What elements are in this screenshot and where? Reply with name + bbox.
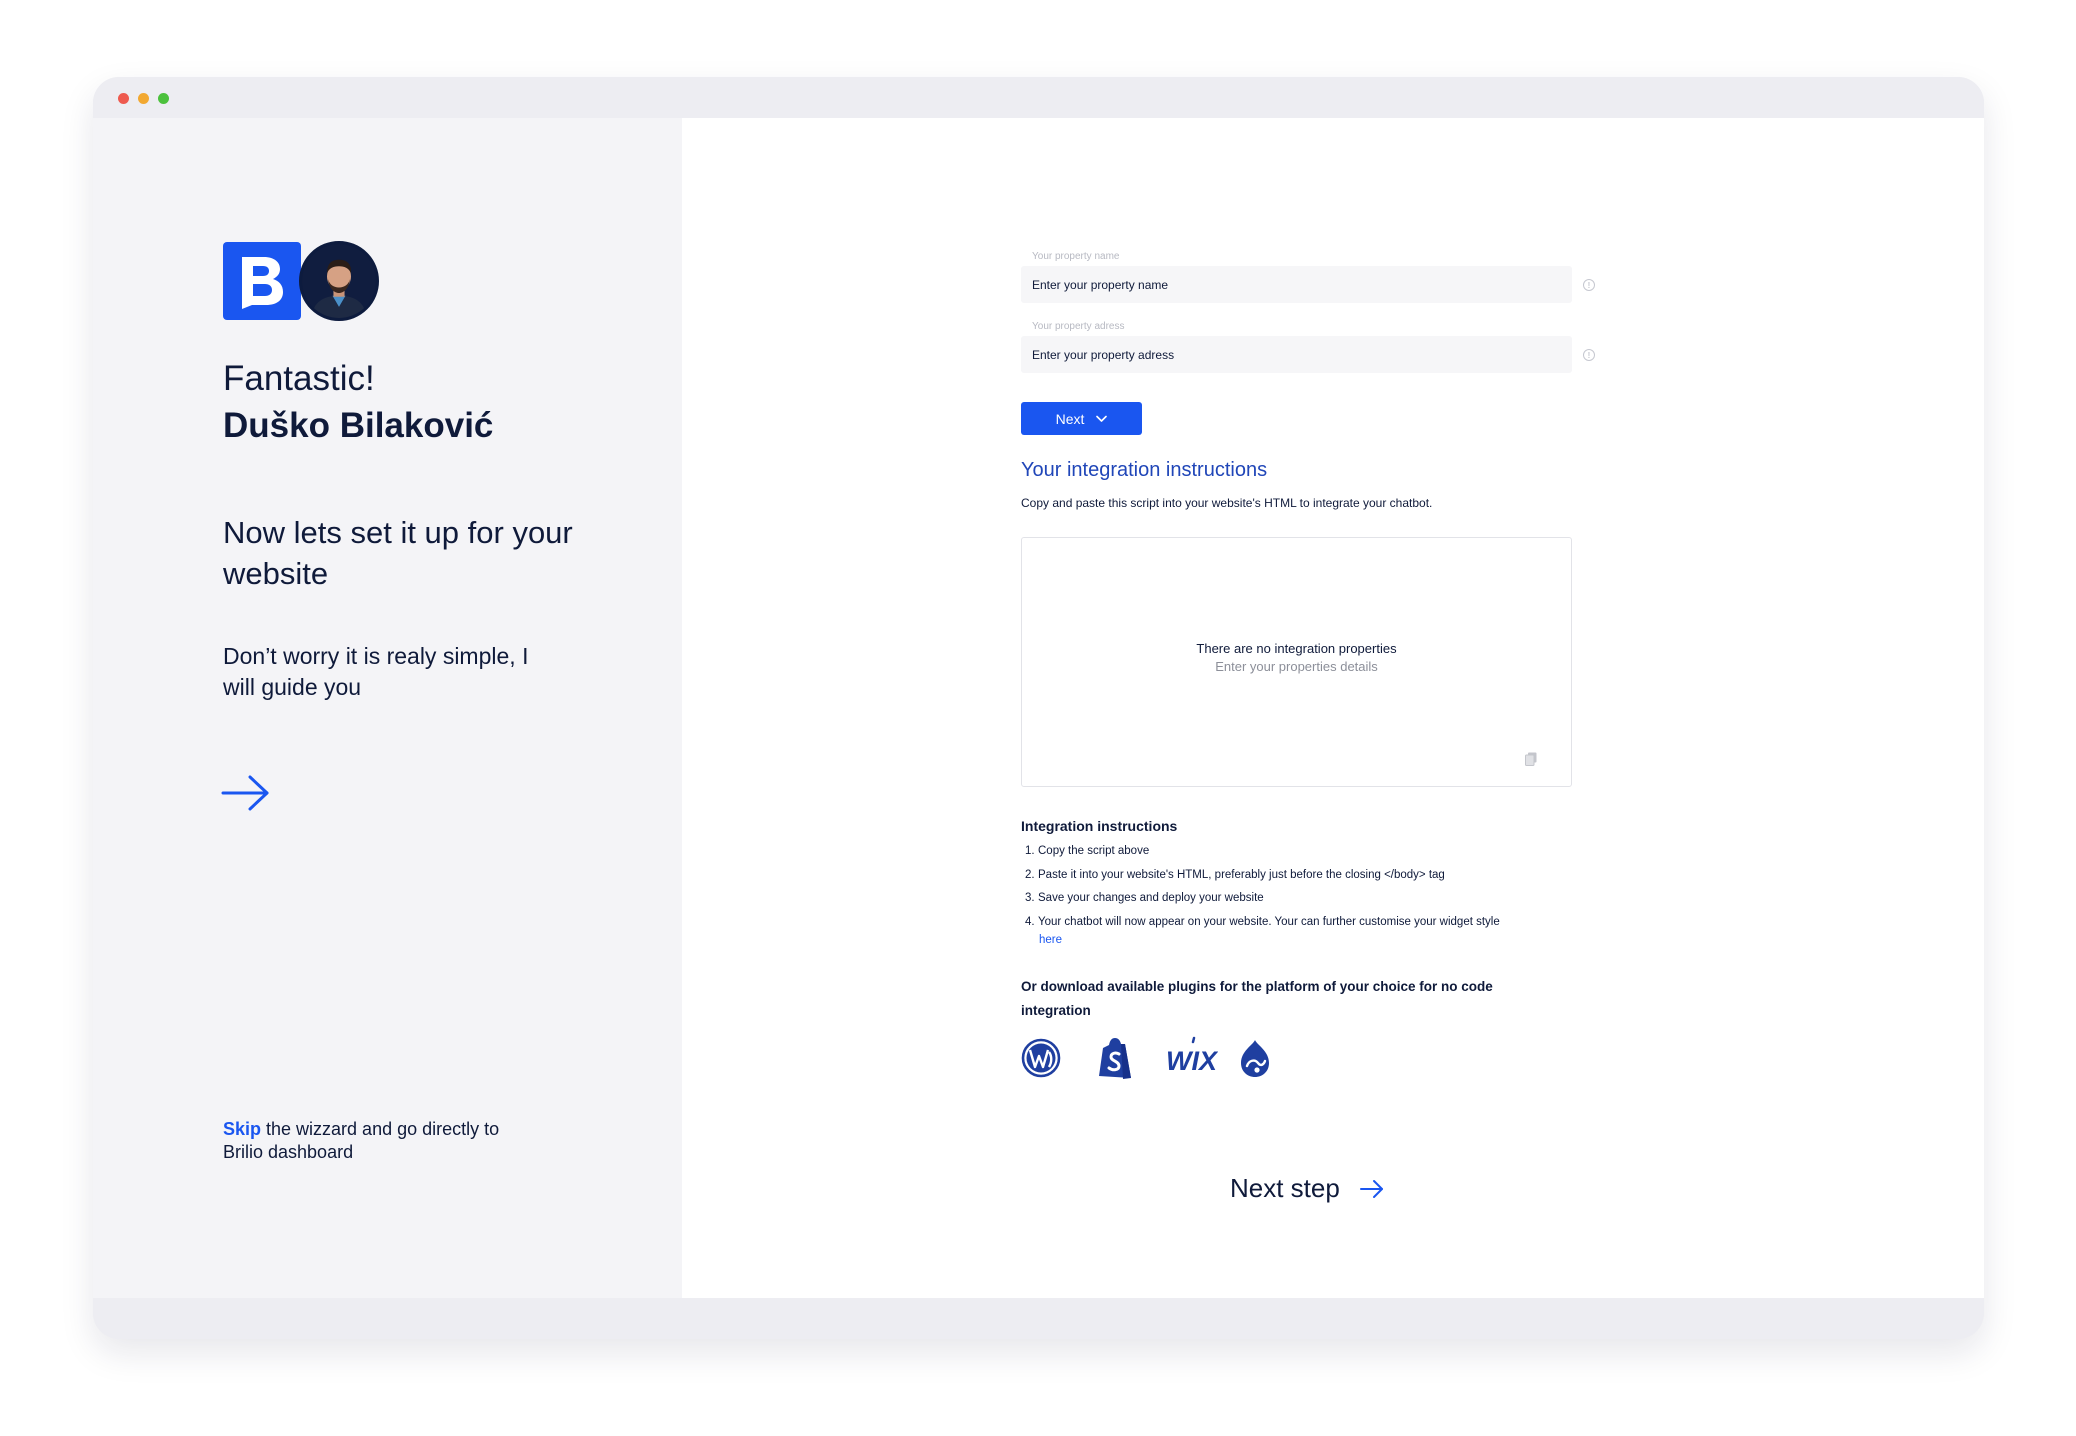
skip-link[interactable]: Skip [223, 1119, 261, 1139]
next-step-button[interactable]: Next step [1230, 1173, 1384, 1204]
arrow-right-icon [1359, 1179, 1383, 1198]
window-titlebar [93, 77, 1984, 118]
customise-widget-link[interactable]: here [1039, 934, 1062, 946]
window-bottombar [93, 1298, 1984, 1339]
property-name-input[interactable] [1021, 266, 1572, 303]
list-item: 3. Save your changes and deploy your webs… [1021, 887, 1581, 911]
property-address-label: Your property adress [1032, 321, 1125, 332]
next-button[interactable]: Next [1021, 402, 1142, 435]
close-window-button[interactable] [118, 93, 129, 104]
empty-state-title: There are no integration properties [1196, 641, 1397, 656]
property-address-input[interactable] [1021, 336, 1572, 373]
greeting-text: Fantastic! [223, 359, 375, 398]
list-item: 2. Paste it into your website's HTML, pre… [1021, 864, 1581, 888]
script-box[interactable]: There are no integration properties Ente… [1021, 537, 1572, 787]
wix-icon[interactable]: WIX [1166, 1036, 1218, 1080]
list-item: 1. Copy the script above [1021, 840, 1581, 864]
info-icon[interactable]: ! [1583, 279, 1595, 291]
step-number: 4. [1025, 915, 1035, 928]
step-number: 3. [1025, 892, 1035, 904]
copy-icon[interactable] [1525, 752, 1537, 766]
instructions-list: 1. Copy the script above 2. Paste it into … [1021, 840, 1581, 934]
user-name: Duško Bilaković [223, 406, 494, 445]
maximize-window-button[interactable] [158, 93, 169, 104]
step-text: Save your changes and deploy your websit… [1038, 892, 1264, 904]
browser-window: Fantastic! Duško Bilaković Now lets set … [93, 77, 1984, 1339]
integration-title: Your integration instructions [1021, 459, 1268, 481]
minimize-window-button[interactable] [138, 93, 149, 104]
shopify-icon[interactable] [1095, 1036, 1135, 1080]
step-number: 1. [1025, 845, 1035, 857]
skip-description: the wizzard and go directly to Brilio da… [223, 1119, 500, 1162]
list-item: 4. Your chatbot will now appear on your w… [1021, 911, 1581, 935]
empty-state-subtitle: Enter your properties details [1215, 659, 1378, 674]
info-icon[interactable]: ! [1583, 349, 1595, 361]
step-text: Copy the script above [1038, 845, 1150, 857]
wordpress-icon[interactable] [1021, 1036, 1061, 1080]
integration-panel: Your property name ! Your property adres… [682, 118, 1984, 1298]
chevron-down-icon [1096, 415, 1108, 422]
brilio-logo [223, 242, 301, 320]
setup-subtext: Don’t worry it is realy simple, I will g… [223, 643, 529, 700]
onboarding-sidebar: Fantastic! Duško Bilaković Now lets set … [93, 118, 682, 1298]
step-number: 2. [1025, 868, 1035, 881]
drupal-icon[interactable] [1235, 1036, 1275, 1080]
instructions-title: Integration instructions [1021, 818, 1178, 834]
setup-heading: Now lets set it up for your website [223, 515, 573, 591]
step-text: Paste it into your website's HTML, prefe… [1038, 868, 1445, 881]
property-name-label: Your property name [1032, 251, 1120, 262]
skip-wizard-text: Skip the wizzard and go directly to Bril… [223, 1118, 523, 1164]
user-avatar [299, 241, 379, 321]
arrow-right-icon[interactable] [221, 773, 271, 813]
integration-description: Copy and paste this script into your web… [1021, 496, 1433, 510]
next-step-label: Next step [1230, 1173, 1340, 1203]
svg-text:WIX: WIX [1166, 1046, 1218, 1076]
next-button-label: Next [1055, 410, 1085, 427]
plugins-text: Or download available plugins for the pl… [1021, 979, 1493, 1018]
step-text: Your chatbot will now appear on your web… [1038, 915, 1500, 928]
